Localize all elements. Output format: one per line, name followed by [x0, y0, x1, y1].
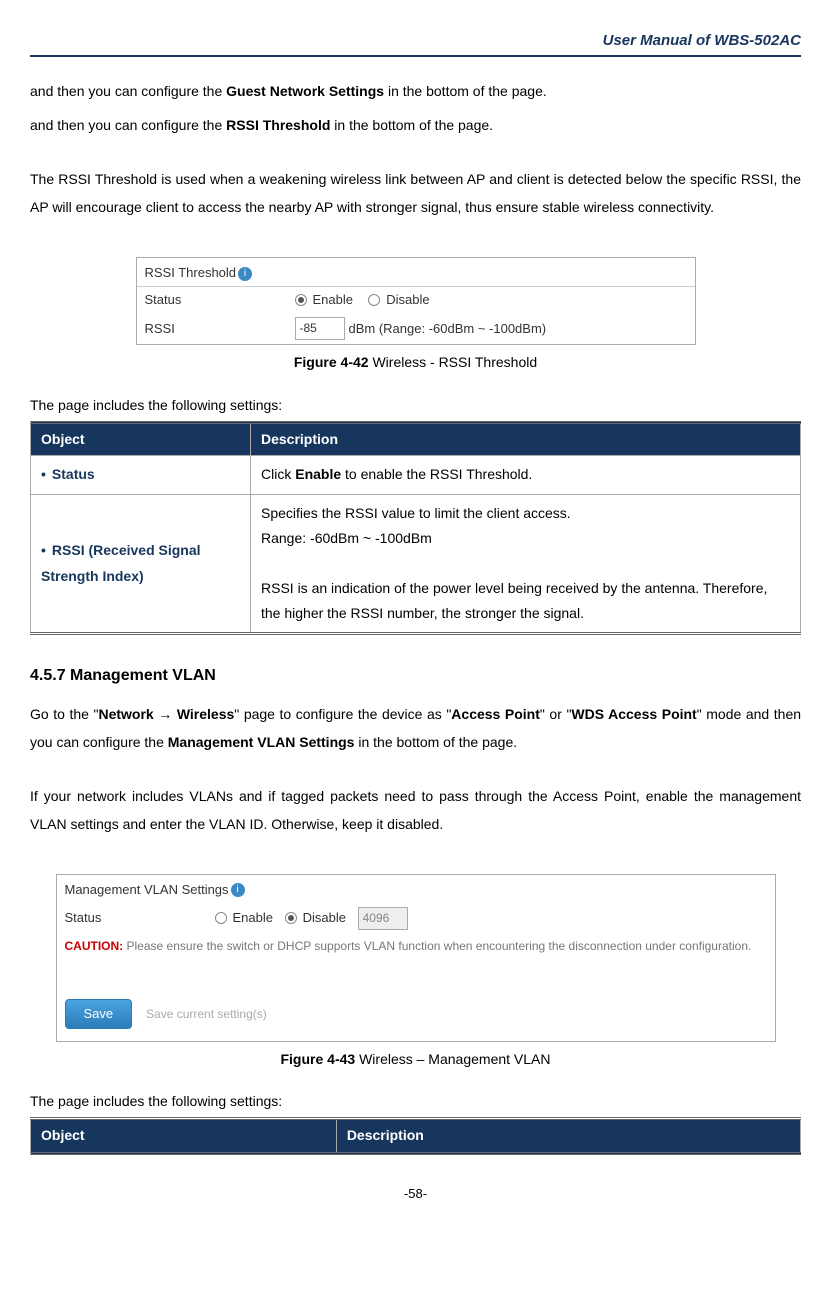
bold: Guest Network Settings — [226, 83, 384, 99]
bold: Wireless — [172, 706, 234, 722]
caption-bold: Figure 4-43 — [280, 1051, 355, 1067]
text: and then you can configure the — [30, 83, 226, 99]
th-description: Description — [251, 422, 801, 456]
text: Click — [261, 466, 295, 482]
radio-enable[interactable] — [295, 294, 307, 306]
caution-label: CAUTION: — [65, 939, 124, 953]
row-status: Status Enable Disable — [137, 287, 695, 313]
caption-bold: Figure 4-42 — [294, 354, 369, 370]
obj-text: Status — [52, 466, 95, 482]
text: Go to the " — [30, 706, 98, 722]
bold: Enable — [295, 466, 341, 482]
rssi-hint: dBm (Range: -60dBm ~ -100dBm) — [349, 320, 547, 338]
row-rssi: RSSI -85 dBm (Range: -60dBm ~ -100dBm) — [137, 313, 695, 344]
intro-line-1: and then you can configure the Guest Net… — [30, 77, 801, 105]
bold: Management VLAN Settings — [168, 734, 355, 750]
panel-title: RSSI Thresholdi — [137, 258, 695, 287]
table-row: • Status Click Enable to enable the RSSI … — [31, 456, 801, 494]
caution-row: CAUTION: Please ensure the switch or DHC… — [57, 934, 775, 959]
th-object: Object — [31, 422, 251, 456]
save-button[interactable]: Save — [65, 999, 133, 1029]
table-header-row: Object Description — [31, 422, 801, 456]
obj-text: RSSI (Received Signal Strength Index) — [41, 542, 201, 583]
label-status: Status — [65, 909, 215, 927]
cell-desc-rssi: Specifies the RSSI value to limit the cl… — [251, 494, 801, 634]
radio-disable[interactable] — [285, 912, 297, 924]
figure-mgmt-vlan: Management VLAN Settingsi Status Enable … — [56, 874, 776, 1042]
text: in the bottom of the page. — [384, 83, 547, 99]
bold: WDS Access Point — [571, 706, 696, 722]
radio-disable-label: Disable — [386, 291, 429, 309]
table-header-row: Object Description — [31, 1119, 801, 1154]
radio-disable[interactable] — [368, 294, 380, 306]
radio-enable-label: Enable — [313, 291, 353, 309]
figure-42-caption: Figure 4-42 Wireless - RSSI Threshold — [30, 353, 801, 373]
save-hint: Save current setting(s) — [146, 1007, 267, 1021]
section-457-p1: Go to the "Network → Wireless" page to c… — [30, 700, 801, 756]
text: to enable the RSSI Threshold. — [341, 466, 532, 482]
panel-title: Management VLAN Settingsi — [57, 875, 775, 903]
header-rule — [30, 55, 801, 57]
intro-line-2: and then you can configure the RSSI Thre… — [30, 111, 801, 139]
text: in the bottom of the page. — [354, 734, 517, 750]
table-intro-2: The page includes the following settings… — [30, 1087, 801, 1115]
info-icon[interactable]: i — [238, 267, 252, 281]
page-number: -58- — [30, 1185, 801, 1203]
radio-enable-label: Enable — [233, 909, 273, 927]
rssi-paragraph: The RSSI Threshold is used when a weaken… — [30, 165, 801, 221]
radio-enable[interactable] — [215, 912, 227, 924]
label-rssi: RSSI — [145, 320, 295, 338]
bullet-icon: • — [41, 466, 46, 482]
th-object: Object — [31, 1119, 337, 1154]
cell-object-status: • Status — [31, 456, 251, 494]
page-header: User Manual of WBS-502AC — [30, 30, 801, 51]
section-457-heading: 4.5.7 Management VLAN — [30, 665, 801, 687]
table-row: •RSSI (Received Signal Strength Index) S… — [31, 494, 801, 634]
info-icon[interactable]: i — [231, 883, 245, 897]
text: in the bottom of the page. — [330, 117, 493, 133]
bold: Access Point — [451, 706, 540, 722]
save-row: Save Save current setting(s) — [57, 989, 775, 1041]
settings-table-2: Object Description — [30, 1117, 801, 1155]
th-description: Description — [336, 1119, 800, 1154]
vlan-id-input[interactable]: 4096 — [358, 907, 408, 930]
panel-title-text: Management VLAN Settings — [65, 882, 229, 897]
arrow-icon: → — [158, 706, 172, 722]
caption-text: Wireless – Management VLAN — [355, 1051, 550, 1067]
label-status: Status — [145, 291, 295, 309]
panel-title-text: RSSI Threshold — [145, 265, 237, 280]
settings-table-1: Object Description • Status Click Enable … — [30, 421, 801, 636]
table-intro-1: The page includes the following settings… — [30, 391, 801, 419]
radio-disable-label: Disable — [303, 909, 346, 927]
bullet-icon: • — [41, 542, 46, 558]
text: " page to configure the device as " — [234, 706, 451, 722]
section-457-p2: If your network includes VLANs and if ta… — [30, 782, 801, 838]
cell-object-rssi: •RSSI (Received Signal Strength Index) — [31, 494, 251, 634]
bold: RSSI Threshold — [226, 117, 330, 133]
cell-desc-status: Click Enable to enable the RSSI Threshol… — [251, 456, 801, 494]
text: and then you can configure the — [30, 117, 226, 133]
caption-text: Wireless - RSSI Threshold — [369, 354, 538, 370]
text: " or " — [540, 706, 572, 722]
figure-43-caption: Figure 4-43 Wireless – Management VLAN — [30, 1050, 801, 1070]
figure-rssi-threshold: RSSI Thresholdi Status Enable Disable RS… — [136, 257, 696, 345]
row-status: Status Enable Disable 4096 — [57, 903, 775, 934]
rssi-input[interactable]: -85 — [295, 317, 345, 340]
bold: Network — [98, 706, 158, 722]
caution-text: Please ensure the switch or DHCP support… — [127, 939, 752, 953]
